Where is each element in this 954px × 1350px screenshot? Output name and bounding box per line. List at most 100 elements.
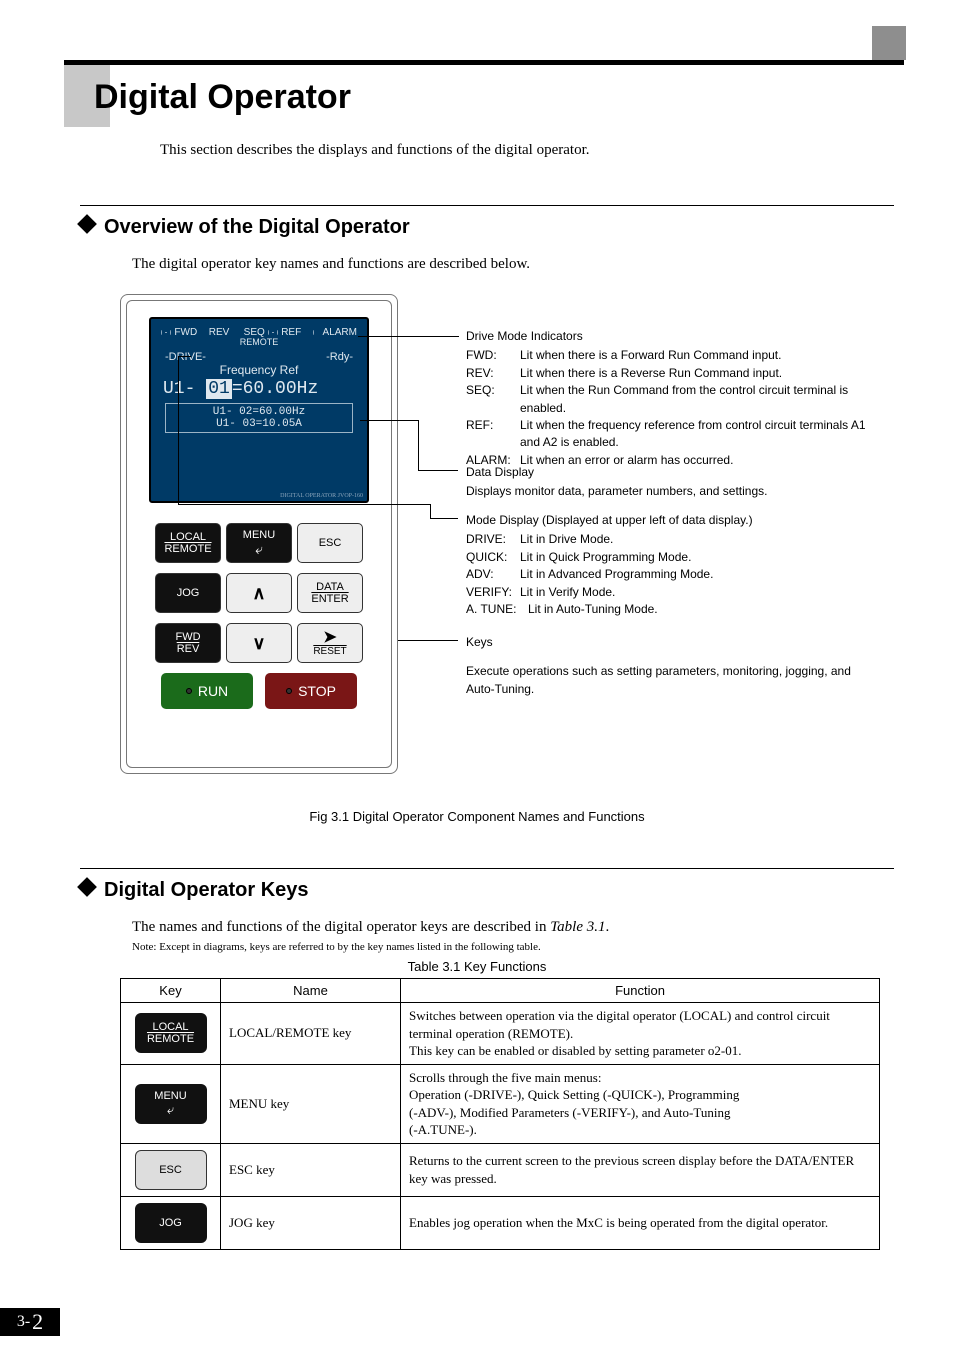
lcd-rdy-label: -Rdy-: [326, 351, 353, 363]
md-quick-label: QUICK:: [466, 549, 520, 566]
dmi-seq-text: Lit when the Run Command from the contro…: [520, 382, 876, 417]
down-key[interactable]: ∨: [226, 623, 292, 663]
leader-line: [418, 470, 458, 471]
rev-label: REV: [177, 643, 200, 655]
menu-key-icon: MENU⤶: [135, 1084, 207, 1124]
lcd-drive-label: -DRIVE-: [165, 351, 206, 363]
md-verify-label: VERIFY:: [466, 584, 520, 601]
local-remote-key[interactable]: LOCAL REMOTE: [155, 523, 221, 563]
page-number-main: 2: [32, 1309, 43, 1335]
lcd-freqref-label: Frequency Ref: [161, 363, 357, 377]
lcd-main-highlight: 01: [206, 379, 232, 399]
md-atune-text: Lit in Auto-Tuning Mode.: [528, 601, 658, 618]
leader-line: [418, 420, 419, 470]
section-rule-1: [80, 205, 894, 206]
page-corner-marker: [872, 26, 906, 60]
lcd-main-reading: U1- 01=60.00Hz: [161, 379, 357, 399]
lcd-model-label: DIGITAL OPERATOR JVOP-160: [280, 493, 363, 499]
dmi-ref-label: REF:: [466, 417, 520, 452]
leader-line: [178, 356, 179, 504]
leader-line: [178, 356, 191, 357]
page-number-prefix: 3: [17, 1313, 25, 1331]
dd-title: Data Display: [466, 464, 876, 481]
jog-key[interactable]: JOG: [155, 573, 221, 613]
leader-line: [360, 420, 418, 421]
md-adv-label: ADV:: [466, 566, 520, 583]
rev-indicator-label: REV: [209, 327, 230, 338]
lcd-main-suffix: =60.00Hz: [232, 379, 318, 399]
local-remote-key-icon: LOCALREMOTE: [135, 1013, 207, 1053]
diamond-icon: [77, 877, 97, 897]
right-reset-key[interactable]: ➤ RESET: [297, 623, 363, 663]
esc-key[interactable]: ESC: [297, 523, 363, 563]
jog-label: JOG: [177, 587, 200, 599]
md-title: Mode Display (Displayed at upper left of…: [466, 512, 876, 529]
md-atune-label: A. TUNE:: [466, 601, 528, 618]
run-led-icon: [186, 688, 192, 694]
leader-line: [458, 336, 459, 337]
lcd-sub-line-1: U1- 02=60.00Hz: [166, 406, 352, 418]
th-function: Function: [401, 979, 880, 1003]
key-function: Enables jog operation when the MxC is be…: [401, 1196, 880, 1249]
section-note: Note: Except in diagrams, keys are refer…: [132, 941, 541, 953]
lcd-main-prefix: U1-: [163, 379, 195, 399]
up-arrow-icon: ∧: [252, 584, 265, 602]
dmi-fwd-text: Lit when there is a Forward Run Command …: [520, 347, 781, 364]
table-row: MENU⤶ MENU key Scrolls through the five …: [121, 1064, 880, 1143]
dd-text: Displays monitor data, parameter numbers…: [466, 483, 876, 500]
run-label: RUN: [198, 683, 228, 699]
down-arrow-icon: ∨: [252, 634, 265, 652]
annotation-mode-display: Mode Display (Displayed at upper left of…: [466, 512, 876, 618]
data-enter-key[interactable]: DATA ENTER: [297, 573, 363, 613]
section-heading-overview: Overview of the Digital Operator: [80, 216, 410, 239]
dmi-title: Drive Mode Indicators: [466, 328, 876, 345]
md-drive-text: Lit in Drive Mode.: [520, 531, 613, 548]
fwd-label: FWD: [175, 631, 200, 643]
section-heading-keys: Digital Operator Keys: [80, 879, 309, 902]
run-key[interactable]: RUN: [161, 673, 253, 709]
table-caption: Table 3.1 Key Functions: [0, 959, 954, 974]
local-label: LOCAL: [170, 531, 206, 543]
leader-line: [430, 518, 458, 519]
ref-indicator-label: REF: [281, 327, 301, 338]
leader-line: [178, 504, 430, 505]
dmi-seq-label: SEQ:: [466, 382, 520, 417]
leader-line: [398, 640, 458, 641]
lcd-frame: FWD REV SEQ REF ALARM REMOTE -DRIVE- -Rd…: [149, 317, 369, 503]
section-body-keys: The names and functions of the digital o…: [132, 919, 609, 936]
md-quick-text: Lit in Quick Programming Mode.: [520, 549, 691, 566]
remote-label: REMOTE: [164, 543, 211, 555]
enter-label: ENTER: [311, 593, 348, 605]
leader-line: [430, 504, 431, 518]
md-verify-text: Lit in Verify Mode.: [520, 584, 615, 601]
page-number: 3-2: [0, 1308, 60, 1336]
th-key: Key: [121, 979, 221, 1003]
key-functions-table: Key Name Function LOCALREMOTE LOCAL/REMO…: [120, 978, 880, 1250]
fwd-rev-key[interactable]: FWD REV: [155, 623, 221, 663]
table-row: ESC ESC key Returns to the current scree…: [121, 1143, 880, 1196]
alarm-indicator-label: ALARM: [323, 327, 357, 338]
page-title: Digital Operator: [94, 78, 351, 117]
stop-led-icon: [286, 688, 292, 694]
keys-text: Execute operations such as setting param…: [466, 663, 866, 698]
menu-label: MENU: [243, 529, 275, 541]
operator-device-illustration: FWD REV SEQ REF ALARM REMOTE -DRIVE- -Rd…: [120, 294, 398, 774]
key-name: LOCAL/REMOTE key: [221, 1003, 401, 1065]
key-function: Scrolls through the five main menus: Ope…: [401, 1064, 880, 1143]
keypad: LOCAL REMOTE MENU ⤶ ESC JOG ∧ DATA ENTER: [155, 523, 363, 749]
menu-key[interactable]: MENU ⤶: [226, 523, 292, 563]
page-number-dash: -: [25, 1313, 30, 1331]
table-header-row: Key Name Function: [121, 979, 880, 1003]
key-name: JOG key: [221, 1196, 401, 1249]
jog-key-icon: JOG: [135, 1203, 207, 1243]
key-function: Switches between operation via the digit…: [401, 1003, 880, 1065]
esc-key-icon: ESC: [135, 1150, 207, 1190]
section-body-overview: The digital operator key names and funct…: [132, 256, 530, 273]
stop-label: STOP: [298, 683, 336, 699]
up-key[interactable]: ∧: [226, 573, 292, 613]
lcd-sub-line-2: U1- 03=10.05A: [166, 418, 352, 430]
right-arrow-icon: ➤: [323, 630, 336, 646]
figure-caption: Fig 3.1 Digital Operator Component Names…: [0, 809, 954, 824]
stop-key[interactable]: STOP: [265, 673, 357, 709]
remote-indicator-label: REMOTE: [161, 337, 357, 347]
